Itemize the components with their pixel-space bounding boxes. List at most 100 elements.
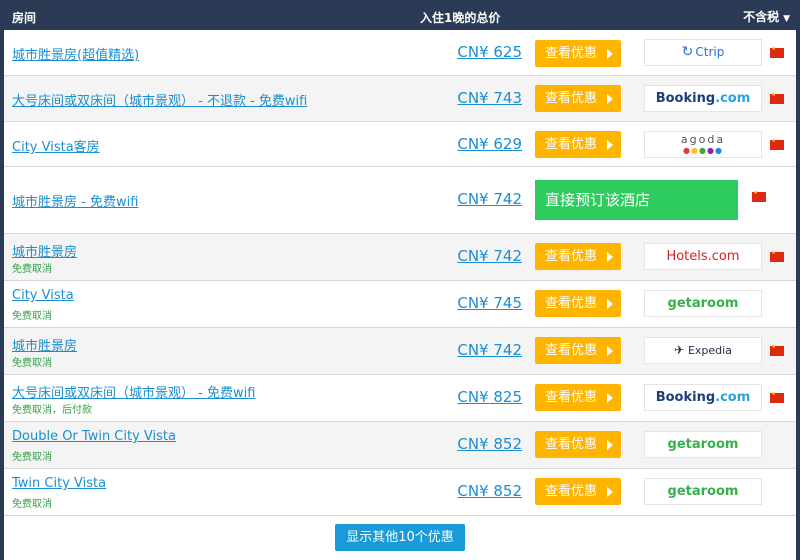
table-row: City Vista客房 CN¥ 629 查看优惠 agoda ●●●●●: [4, 122, 796, 167]
room-name-link[interactable]: City Vista: [12, 288, 74, 303]
provider-name: getaroom: [667, 296, 739, 311]
agoda-logo[interactable]: agoda ●●●●●: [644, 131, 762, 158]
play-arrow-icon: [607, 299, 613, 309]
table-row: 城市胜景房 - 免费wifi CN¥ 742 直接预订该酒店: [4, 167, 796, 234]
free-cancellation-note: 免费取消，后付款: [12, 405, 92, 416]
room-name-link[interactable]: 城市胜景房: [12, 241, 77, 260]
room-name-link[interactable]: City Vista客房: [12, 136, 100, 155]
view-deal-button[interactable]: 查看优惠: [535, 40, 621, 67]
view-deal-label: 查看优惠: [545, 437, 598, 452]
book-direct-button[interactable]: 直接预订该酒店: [535, 180, 738, 220]
play-arrow-icon: [607, 140, 613, 150]
table-row: Twin City Vista 免费取消 CN¥ 852 查看优惠 getaro…: [4, 469, 796, 516]
price-link[interactable]: CN¥ 852: [457, 435, 522, 453]
deals-table: 城市胜景房(超值精选) CN¥ 625 查看优惠 ↻Ctrip 大号床间或双床间…: [4, 30, 796, 560]
room-name-link[interactable]: 大号床间或双床间（城市景观） - 不退款 - 免费wifi: [12, 90, 307, 109]
room-name-link[interactable]: 城市胜景房: [12, 335, 77, 354]
room-name-link[interactable]: 城市胜景房(超值精选): [12, 44, 139, 63]
view-deal-button[interactable]: 查看优惠: [535, 337, 621, 364]
view-deal-button[interactable]: 查看优惠: [535, 243, 621, 270]
china-flag-icon: [770, 249, 784, 262]
room-name-link[interactable]: 城市胜景房 - 免费wifi: [12, 191, 138, 210]
view-deal-label: 查看优惠: [545, 296, 598, 311]
china-flag-icon: [770, 91, 784, 104]
agoda-dots-icon: ●●●●●: [683, 146, 723, 155]
ctrip-logo[interactable]: ↻ Ctrip: [644, 39, 762, 66]
price-column-header: 入住1晚的总价: [420, 11, 501, 25]
play-arrow-icon: [607, 440, 613, 450]
room-column-header: 房间: [12, 11, 37, 25]
china-flag-icon: [752, 189, 766, 202]
expedia-logo[interactable]: ✈ Expedia: [644, 337, 762, 364]
booking-logo[interactable]: Booking.com: [644, 85, 762, 112]
price-link[interactable]: CN¥ 742: [457, 341, 522, 359]
play-arrow-icon: [607, 393, 613, 403]
view-deal-label: 查看优惠: [545, 91, 598, 106]
provider-name: agoda: [680, 133, 726, 146]
show-more-deals-button[interactable]: 显示其他10个优惠: [335, 524, 465, 551]
hotel-deals-panel: 房间 入住1晚的总价 不含税 ▼ 城市胜景房(超值精选) CN¥ 625 查看优惠…: [0, 0, 800, 560]
play-arrow-icon: [607, 252, 613, 262]
expedia-plane-icon: ✈: [674, 343, 688, 357]
price-link[interactable]: CN¥ 745: [457, 294, 522, 312]
view-deal-button[interactable]: 查看优惠: [535, 131, 621, 158]
view-deal-label: 查看优惠: [545, 390, 598, 405]
view-deal-button[interactable]: 查看优惠: [535, 384, 621, 411]
play-arrow-icon: [607, 487, 613, 497]
price-link[interactable]: CN¥ 852: [457, 482, 522, 500]
provider-name: Expedia: [687, 344, 732, 357]
china-flag-icon: [770, 343, 784, 356]
getaroom-logo[interactable]: getaroom: [644, 431, 762, 458]
price-link[interactable]: CN¥ 743: [457, 89, 522, 107]
china-flag-icon: [770, 137, 784, 150]
view-deal-button[interactable]: 查看优惠: [535, 85, 621, 112]
getaroom-logo[interactable]: getaroom: [644, 290, 762, 317]
view-deal-button[interactable]: 查看优惠: [535, 290, 621, 317]
table-row: 大号床间或双床间（城市景观） - 免费wifi 免费取消，后付款 CN¥ 825…: [4, 375, 796, 422]
table-row: 城市胜景房 免费取消 CN¥ 742 查看优惠 Hotels.com: [4, 234, 796, 281]
table-row: 大号床间或双床间（城市景观） - 不退款 - 免费wifi CN¥ 743 查看…: [4, 76, 796, 122]
table-row: 城市胜景房(超值精选) CN¥ 625 查看优惠 ↻ Ctrip: [4, 30, 796, 76]
price-link[interactable]: CN¥ 825: [457, 388, 522, 406]
provider-name: getaroom: [667, 437, 739, 452]
provider-name: Booking.com: [655, 390, 751, 405]
free-cancellation-note: 免费取消: [12, 452, 52, 463]
price-link[interactable]: CN¥ 742: [457, 190, 522, 208]
table-header: 房间 入住1晚的总价 不含税 ▼: [0, 0, 800, 30]
view-deal-label: 查看优惠: [545, 343, 598, 358]
china-flag-icon: [770, 45, 784, 58]
price-link[interactable]: CN¥ 742: [457, 247, 522, 265]
view-deal-label: 查看优惠: [545, 46, 598, 61]
view-deal-label: 查看优惠: [545, 484, 598, 499]
provider-name: Hotels.com: [666, 249, 740, 264]
provider-name: Booking.com: [655, 91, 751, 106]
tax-toggle-label: 不含税: [743, 10, 780, 24]
room-name-link[interactable]: 大号床间或双床间（城市景观） - 免费wifi: [12, 382, 255, 401]
hotels-com-logo[interactable]: Hotels.com: [644, 243, 762, 270]
table-row: City Vista 免费取消 CN¥ 745 查看优惠 getaroom: [4, 281, 796, 328]
free-cancellation-note: 免费取消: [12, 264, 52, 275]
view-deal-label: 查看优惠: [545, 249, 598, 264]
free-cancellation-note: 免费取消: [12, 311, 52, 322]
chevron-down-icon: ▼: [783, 14, 790, 24]
view-deal-button[interactable]: 查看优惠: [535, 431, 621, 458]
table-row: Double Or Twin City Vista 免费取消 CN¥ 852 查…: [4, 422, 796, 469]
view-deal-button[interactable]: 查看优惠: [535, 478, 621, 505]
getaroom-logo[interactable]: getaroom: [644, 478, 762, 505]
price-link[interactable]: CN¥ 629: [457, 135, 522, 153]
play-arrow-icon: [607, 94, 613, 104]
play-arrow-icon: [607, 346, 613, 356]
room-name-link[interactable]: Double Or Twin City Vista: [12, 429, 176, 444]
booking-logo[interactable]: Booking.com: [644, 384, 762, 411]
play-arrow-icon: [607, 49, 613, 59]
china-flag-icon: [770, 390, 784, 403]
provider-name: Ctrip: [695, 45, 725, 59]
room-name-link[interactable]: Twin City Vista: [12, 476, 106, 491]
tax-toggle[interactable]: 不含税 ▼: [743, 8, 790, 25]
ctrip-swirl-icon: ↻: [681, 44, 694, 60]
table-row: 城市胜景房 免费取消 CN¥ 742 查看优惠 ✈ Expedia: [4, 328, 796, 375]
price-link[interactable]: CN¥ 625: [457, 43, 522, 61]
view-deal-label: 查看优惠: [545, 137, 598, 152]
free-cancellation-note: 免费取消: [12, 358, 52, 369]
free-cancellation-note: 免费取消: [12, 499, 52, 510]
